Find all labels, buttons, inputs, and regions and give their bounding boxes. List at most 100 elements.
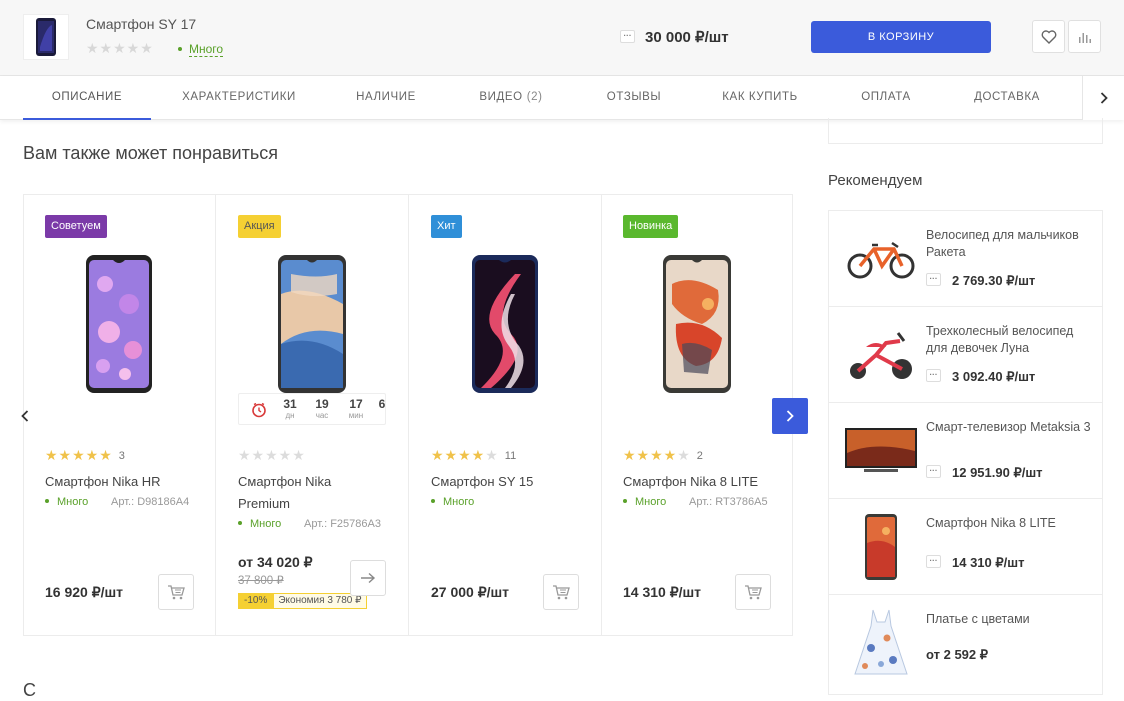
add-to-cart-button[interactable] [543,574,579,610]
tab-reviews[interactable]: ОТЗЫВЫ [592,76,676,120]
cart-icon [553,585,570,600]
list-item[interactable]: Трехколесный велосипед для девочек Луна … [829,307,1102,403]
product-image[interactable] [431,250,579,398]
discount-badge: -10% Экономия 3 780 ₽ [238,593,367,609]
tab-delivery[interactable]: ДОСТАВКА [962,76,1052,120]
product-image[interactable] [843,321,919,389]
product-image[interactable] [238,250,386,398]
product-name[interactable]: Смартфон Nika 8 LITE [623,471,773,493]
compare-icon [1078,32,1091,43]
cart-icon [168,585,185,600]
product-card[interactable]: Советуем ★★★★★ 3 Смартфон Nika HR Много А… [24,195,216,635]
sidebar-title: Рекомендуем [828,172,923,189]
sticky-product-bar: Смартфон SY 17 ★★★★★ Много ··· 30 000 ₽/ш… [0,0,1124,76]
discount-percent: -10% [238,593,274,609]
product-price: ··· 3 092.40 ₽/шт [926,369,1035,385]
quantity-button[interactable]: ··· [926,369,941,383]
old-price: 37 800 ₽ [238,575,284,587]
product-name[interactable]: Смартфон Nika 8 LITE [926,515,1096,532]
chevron-left-icon [21,410,29,422]
stock-status: Много [431,496,474,508]
product-price: 16 920 ₽/шт [45,584,124,600]
badge-new: Новинка [623,215,679,238]
list-item[interactable]: Смарт-телевизор Metaksia 3 ··· 12 951.90 … [829,403,1102,499]
tab-characteristics[interactable]: ХАРАКТЕРИСТИКИ [172,76,306,120]
rating-stars: ★★★★★ [238,447,306,463]
product-name[interactable]: Смарт-телевизор Metaksia 3 [926,419,1096,436]
product-price: 27 000 ₽/шт [431,584,510,600]
chevron-right-icon [786,410,794,422]
tab-how-to-buy[interactable]: КАК КУПИТЬ [710,76,810,120]
article-number: Арт.: D98186A4 [111,496,190,508]
stock-status: Много [45,496,88,508]
details-button[interactable] [350,560,386,596]
add-to-cart-button[interactable] [158,574,194,610]
tab-availability[interactable]: НАЛИЧИЕ [340,76,432,120]
product-price: ··· 12 951.90 ₽/шт [926,465,1043,481]
product-title: Смартфон SY 17 [86,16,197,32]
clock-icon [252,402,266,418]
product-name[interactable]: Платье с цветами [926,611,1096,628]
product-image[interactable] [843,513,919,581]
product-card[interactable]: Новинка ★★★★★ 2 Смартфон Nika 8 LITE Мног… [602,195,792,635]
article-number: Арт.: F25786A3 [304,518,381,530]
recommended-list: Велосипед для мальчиков Ракета ··· 2 769.… [828,210,1103,695]
add-to-cart-button[interactable] [735,574,771,610]
quantity-button[interactable]: ··· [926,555,941,569]
countdown-timer: 31 дн 19 час 17 мин 6 [238,393,386,425]
list-item[interactable]: Велосипед для мальчиков Ракета ··· 2 769.… [829,211,1102,307]
badge-hit: Хит [431,215,462,238]
tab-payment[interactable]: ОПЛАТА [846,76,926,120]
badge-recommend: Советуем [45,215,107,238]
product-name[interactable]: Смартфон Nika Premium [238,471,368,515]
quantity-button[interactable]: ··· [926,273,941,287]
product-image[interactable] [623,250,771,398]
price-from: от 34 020 ₽ [238,554,313,570]
rating-stars: ★★★★★ [86,40,154,56]
next-section-title: С [23,680,36,700]
carousel-next-button[interactable] [772,398,808,434]
product-image[interactable] [843,609,919,677]
product-name[interactable]: Трехколесный велосипед для девочек Луна [926,323,1096,357]
product-name[interactable]: Велосипед для мальчиков Ракета [926,227,1096,261]
list-item[interactable]: Платье с цветами от 2 592 ₽ [829,595,1102,691]
rating-stars: ★★★★★ 3 [45,447,125,463]
product-image[interactable] [45,250,193,398]
arrow-right-icon [361,572,376,584]
stock-status: Много [238,518,281,530]
product-card[interactable]: Хит ★★★★★ 11 Смартфон SY 15 Много 27 000 … [409,195,602,635]
tab-video[interactable]: ВИДЕО (2) [466,76,556,120]
compare-button[interactable] [1068,20,1101,53]
stock-status: Много [623,496,666,508]
product-tabs: ОПИСАНИЕ ХАРАКТЕРИСТИКИ НАЛИЧИЕ ВИДЕО (2)… [0,76,1124,120]
add-to-cart-button[interactable]: В КОРЗИНУ [811,21,991,53]
badge-sale: Акция [238,215,281,238]
quantity-button[interactable]: ··· [926,465,941,479]
cart-icon [745,585,762,600]
list-item[interactable]: Смартфон Nika 8 LITE ··· 14 310 ₽/шт [829,499,1102,595]
product-image[interactable] [843,417,919,485]
product-price: ··· 2 769.30 ₽/шт [926,273,1035,289]
product-name[interactable]: Смартфон SY 15 [431,471,581,493]
stock-status[interactable]: Много [178,42,224,57]
tabs-next-button[interactable] [1082,76,1124,120]
rating-stars: ★★★★★ 11 [431,447,517,463]
section-title: Вам также может понравиться [23,143,278,163]
tab-description[interactable]: ОПИСАНИЕ [23,76,151,120]
product-thumbnail[interactable] [23,14,69,60]
quantity-button[interactable]: ··· [620,29,635,43]
product-card[interactable]: Акция 31 дн 19 час 17 мин 6 ★★★★★ Смартфон … [216,195,409,635]
product-price: от 2 592 ₽ [926,647,989,662]
product-price: ··· 14 310 ₽/шт [926,555,1024,571]
carousel-prev-button[interactable] [14,398,36,434]
product-image[interactable] [843,225,919,293]
article-number: Арт.: RT3786A5 [689,496,768,508]
heart-icon [1041,29,1056,44]
product-price: ··· 30 000 ₽/шт [620,28,729,46]
chevron-right-icon [1100,92,1108,104]
sidebar-box [828,118,1103,144]
favorite-button[interactable] [1032,20,1065,53]
product-price: 14 310 ₽/шт [623,584,702,600]
product-name[interactable]: Смартфон Nika HR [45,471,195,493]
rating-stars: ★★★★★ 2 [623,447,703,463]
